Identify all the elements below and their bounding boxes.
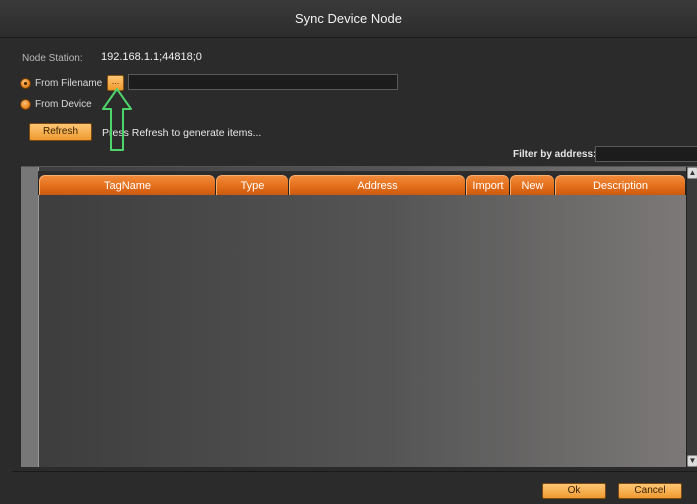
ok-button[interactable]: Ok: [542, 483, 606, 499]
column-header-address[interactable]: Address: [289, 175, 465, 195]
from-device-radio[interactable]: [20, 99, 31, 110]
node-station-label: Node Station:: [22, 53, 83, 64]
column-header-import[interactable]: Import: [466, 175, 509, 195]
footer-divider: [12, 471, 697, 472]
dialog-title: Sync Device Node: [0, 0, 697, 38]
from-filename-label[interactable]: From Filename: [35, 78, 102, 89]
up-arrow-icon: [102, 88, 132, 151]
from-device-label[interactable]: From Device: [35, 99, 92, 110]
node-station-value: 192.168.1.1;44818;0: [101, 51, 202, 63]
filter-label: Filter by address:: [513, 149, 597, 160]
column-header-type[interactable]: Type: [216, 175, 288, 195]
cancel-button[interactable]: Cancel: [618, 483, 682, 499]
filter-address-input[interactable]: [595, 146, 697, 162]
refresh-button[interactable]: Refresh: [29, 123, 92, 141]
column-header-new[interactable]: New: [510, 175, 554, 195]
chevron-up-icon[interactable]: ▲: [687, 167, 697, 179]
tag-grid[interactable]: TagName Type Address Import New Descript…: [21, 166, 697, 467]
row-header-column: [21, 167, 39, 467]
column-header-tagname[interactable]: TagName: [39, 175, 215, 195]
chevron-down-icon[interactable]: ▼: [687, 455, 697, 467]
grid-vertical-scrollbar[interactable]: ▲ ▼: [686, 167, 697, 467]
filename-input[interactable]: [128, 74, 398, 90]
column-header-description[interactable]: Description: [555, 175, 685, 195]
from-filename-radio[interactable]: [20, 78, 31, 89]
